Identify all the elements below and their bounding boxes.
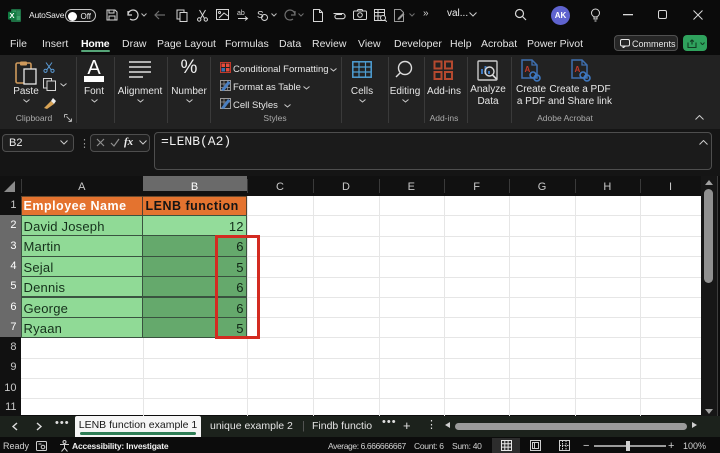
svg-text:A: A [525,65,531,74]
svg-text:A: A [575,65,581,74]
svg-text:X: X [9,11,14,20]
svg-text:ab: ab [237,10,245,17]
